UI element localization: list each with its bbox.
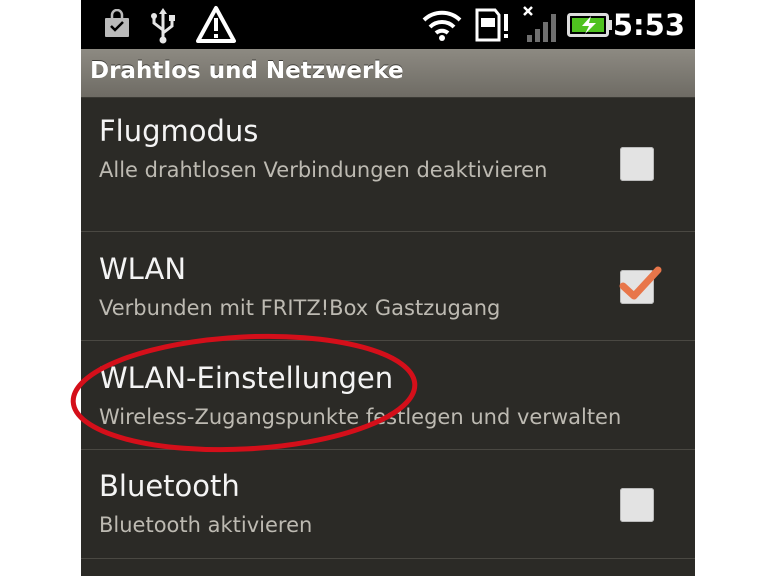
status-bar: 5:53 (81, 0, 695, 49)
airplane-mode-checkbox[interactable] (620, 147, 654, 181)
setting-title: WLAN (99, 252, 187, 286)
setting-summary: Alle drahtlosen Verbindungen deaktiviere… (99, 158, 548, 182)
setting-summary: Verbunden mit FRITZ!Box Gastzugang (99, 296, 501, 320)
checkmark-icon (619, 266, 662, 300)
sd-card-icon (475, 8, 508, 42)
status-time: 5:53 (612, 8, 685, 42)
wifi-icon (422, 10, 462, 41)
section-title: Drahtlos und Netzwerke (90, 58, 404, 84)
setting-bluetooth[interactable]: Bluetooth Bluetooth aktivieren (81, 450, 695, 558)
setting-title: Flugmodus (99, 114, 259, 148)
setting-title: Bluetooth (99, 469, 240, 503)
usb-icon (151, 8, 175, 44)
battery-charging-icon (567, 13, 612, 37)
wlan-checkbox[interactable] (619, 266, 662, 304)
setting-airplane-mode[interactable]: Flugmodus Alle drahtlosen Verbindungen d… (81, 97, 695, 231)
divider (81, 558, 695, 559)
setting-summary: Bluetooth aktivieren (99, 513, 313, 537)
setting-title: WLAN-Einstellungen (99, 361, 394, 395)
bluetooth-checkbox[interactable] (620, 488, 654, 522)
warning-icon (196, 6, 236, 43)
setting-summary: Wireless-Zugangspunkte festlegen und ver… (99, 405, 622, 429)
setting-wlan-settings[interactable]: WLAN-Einstellungen Wireless-Zugangspunkt… (81, 341, 695, 449)
setting-wlan[interactable]: WLAN Verbunden mit FRITZ!Box Gastzugang (81, 232, 695, 340)
shopping-bag-icon (105, 9, 129, 37)
phone-screen: 5:53 Drahtlos und Netzwerke Flugmodus Al… (81, 0, 695, 576)
section-header: Drahtlos und Netzwerke (81, 49, 695, 98)
no-signal-icon (523, 6, 556, 42)
